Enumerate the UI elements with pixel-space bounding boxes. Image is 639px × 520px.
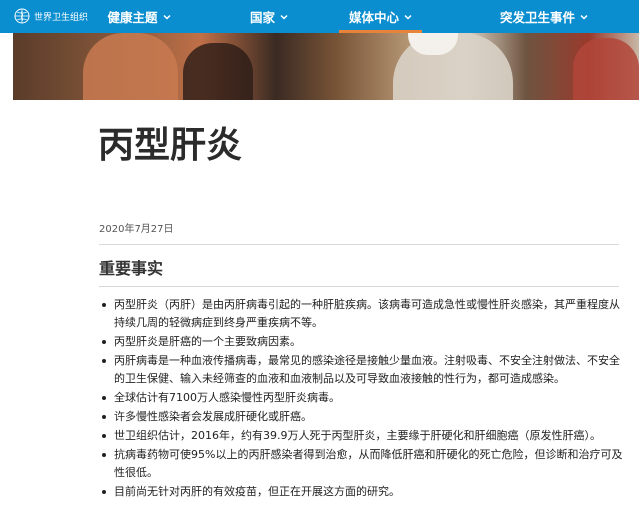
who-emblem-icon [14,8,30,24]
nav-label: 国家 [249,10,275,25]
divider [99,286,619,287]
section-heading: 重要事实 [99,259,164,278]
chevron-down-icon [280,14,288,20]
nav-label: 突发卫生事件 [499,10,575,25]
nav-label: 媒体中心 [348,10,399,25]
list-item: 全球估计有7100万人感染慢性丙型肝炎病毒。 [99,389,629,407]
key-facts-list: 丙型肝炎（丙肝）是由丙肝病毒引起的一种肝脏疾病。该病毒可造成急性或慢性肝炎感染，… [99,296,629,502]
chevron-down-icon [580,14,588,20]
chevron-down-icon [162,14,171,20]
list-item: 许多慢性感染者会发展成肝硬化或肝癌。 [99,408,629,426]
hero-image [13,33,639,100]
publish-date: 2020年7月27日 [99,224,174,235]
logo-text: 世界卫生组织 [34,12,89,23]
page-title: 丙型肝炎 [98,125,243,166]
divider [99,244,619,245]
nav-item-health-topics[interactable]: 健康主题 [106,0,172,33]
chevron-down-icon [404,14,412,20]
list-item: 世卫组织估计，2016年，约有39.9万人死于丙型肝炎，主要缘于肝硬化和肝细胞癌… [99,427,629,445]
top-navigation-bar: 世界卫生组织 健康主题 国家 媒体中心 突发卫生事件 [0,0,639,33]
nav-item-emergencies[interactable]: 突发卫生事件 [494,0,594,33]
list-item: 丙型肝炎是肝癌的一个主要致病因素。 [99,333,629,351]
nav-item-countries[interactable]: 国家 [244,0,294,33]
list-item: 抗病毒药物可使95%以上的丙肝感染者得到治愈，从而降低肝癌和肝硬化的死亡危险，但… [99,446,629,482]
list-item: 丙型肝炎（丙肝）是由丙肝病毒引起的一种肝脏疾病。该病毒可造成急性或慢性肝炎感染，… [99,296,629,332]
nav-item-media-centre[interactable]: 媒体中心 [339,0,422,33]
who-logo[interactable]: 世界卫生组织 [14,6,88,26]
nav-label: 健康主题 [107,10,158,25]
list-item: 目前尚无针对丙肝的有效疫苗，但正在开展这方面的研究。 [99,483,629,501]
list-item: 丙肝病毒是一种血液传播病毒，最常见的感染途径是接触少量血液。注射吸毒、不安全注射… [99,352,629,388]
